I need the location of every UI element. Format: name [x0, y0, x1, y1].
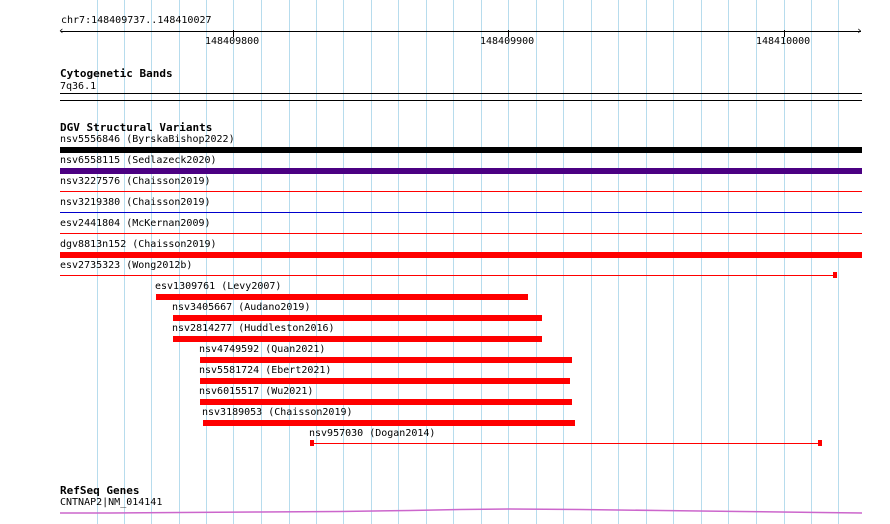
grid-line: [784, 0, 785, 524]
genome-browser-view: chr7:148409737..148410027 ‹ › 148409800 …: [0, 0, 890, 524]
variant-bar[interactable]: [60, 275, 835, 276]
gene-intron-line[interactable]: [60, 506, 862, 516]
grid-line: [563, 0, 564, 524]
variant-label: nsv3219380 (Chaisson2019): [60, 197, 211, 208]
variant-label: esv2735323 (Wong2012b): [60, 260, 193, 271]
grid-line: [838, 0, 839, 524]
variant-bar[interactable]: [60, 233, 862, 234]
variant-bar[interactable]: [200, 357, 572, 363]
variant-label: nsv3189053 (Chaisson2019): [202, 407, 353, 418]
variant-end-mark: [818, 440, 822, 446]
ruler-right-arrow-icon: ›: [856, 24, 863, 37]
grid-line: [453, 0, 454, 524]
ruler-axis: [61, 31, 861, 32]
variant-bar[interactable]: [173, 336, 542, 342]
variant-bar[interactable]: [60, 212, 862, 213]
ruler-location: chr7:148409737..148410027: [61, 15, 212, 26]
variant-label: nsv3405667 (Audano2019): [172, 302, 311, 313]
grid-line: [618, 0, 619, 524]
grid-line: [261, 0, 262, 524]
variant-label: esv1309761 (Levy2007): [155, 281, 282, 292]
grid-line: [728, 0, 729, 524]
grid-line: [646, 0, 647, 524]
cytoband-track-title[interactable]: Cytogenetic Bands: [60, 67, 173, 80]
cytoband-bar-bottom: [60, 100, 862, 101]
variant-label: nsv5556846 (ByrskaBishop2022): [60, 134, 235, 145]
variant-bar[interactable]: [60, 168, 862, 174]
cytoband-bar-top[interactable]: [60, 93, 862, 94]
grid-line: [371, 0, 372, 524]
variant-bar[interactable]: [200, 399, 572, 405]
variant-bar[interactable]: [173, 315, 542, 321]
variant-label: nsv6558115 (Sedlazeck2020): [60, 155, 217, 166]
grid-line: [426, 0, 427, 524]
ruler-left-arrow-icon: ‹: [58, 24, 65, 37]
cytoband-label: 7q36.1: [60, 81, 97, 92]
grid-line: [233, 0, 234, 524]
grid-line: [591, 0, 592, 524]
variant-label: nsv5581724 (Ebert2021): [199, 365, 332, 376]
grid-line: [316, 0, 317, 524]
variant-label: nsv3227576 (Chaisson2019): [60, 176, 211, 187]
ruler-tick-label: 148409900: [480, 36, 535, 47]
variant-bar[interactable]: [156, 294, 528, 300]
variant-end-mark: [833, 272, 837, 278]
grid-line: [343, 0, 344, 524]
variant-label: nsv6015517 (Wu2021): [199, 386, 314, 397]
grid-line: [508, 0, 509, 524]
variant-label: nsv4749592 (Quan2021): [199, 344, 326, 355]
ruler-tick-label: 148409800: [205, 36, 260, 47]
variant-label: nsv957030 (Dogan2014): [309, 428, 436, 439]
grid-line: [481, 0, 482, 524]
variant-bar[interactable]: [310, 443, 822, 444]
grid-line: [536, 0, 537, 524]
grid-line: [811, 0, 812, 524]
dgv-track-title[interactable]: DGV Structural Variants: [60, 121, 212, 134]
variant-bar[interactable]: [60, 147, 862, 153]
grid-line: [673, 0, 674, 524]
grid-line: [701, 0, 702, 524]
variant-bar[interactable]: [200, 378, 570, 384]
grid-line: [398, 0, 399, 524]
variant-bar[interactable]: [203, 420, 575, 426]
variant-bar[interactable]: [60, 191, 862, 192]
variant-label: dgv8813n152 (Chaisson2019): [60, 239, 217, 250]
grid-line: [206, 0, 207, 524]
grid-line: [756, 0, 757, 524]
refseq-track-title[interactable]: RefSeq Genes: [60, 484, 139, 497]
variant-bar[interactable]: [60, 252, 862, 258]
grid-line: [289, 0, 290, 524]
ruler-tick-label: 148410000: [756, 36, 811, 47]
variant-label: nsv2814277 (Huddleston2016): [172, 323, 335, 334]
variant-label: esv2441804 (McKernan2009): [60, 218, 211, 229]
